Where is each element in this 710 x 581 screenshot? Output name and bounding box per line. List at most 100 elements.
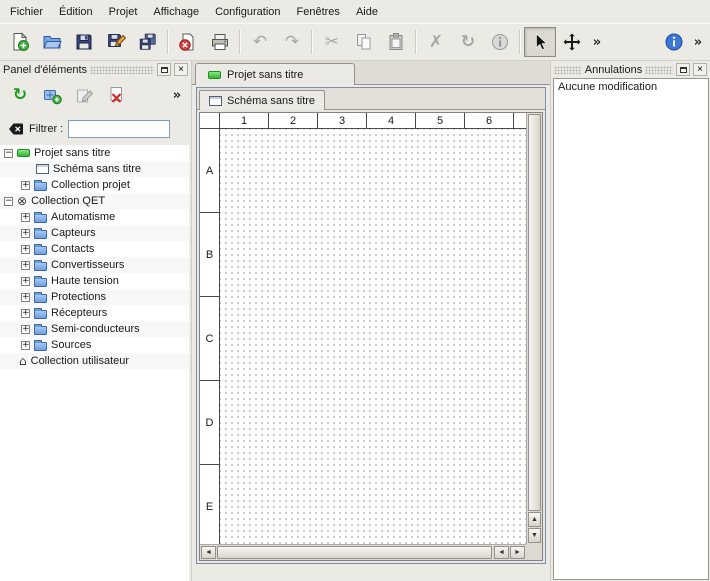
expander-plus-icon[interactable]: + <box>21 309 30 318</box>
horizontal-scrollbar-thumb[interactable] <box>217 546 492 559</box>
clear-filter-button[interactable] <box>7 122 24 137</box>
tree-item-label: Haute tension <box>51 275 119 287</box>
expander-plus-icon[interactable]: + <box>21 293 30 302</box>
dock-grip-texture[interactable] <box>90 66 154 74</box>
float-icon <box>161 67 168 73</box>
new-file-button[interactable] <box>4 27 36 57</box>
close-project-button[interactable] <box>172 27 204 57</box>
schema-tab-label: Schéma sans titre <box>227 95 315 107</box>
tree-item-label: Contacts <box>51 243 94 255</box>
schema-tab[interactable]: Schéma sans titre <box>199 90 325 110</box>
rotate-button[interactable]: ↻ <box>452 27 484 57</box>
scroll-down-button[interactable]: ▼ <box>528 528 541 543</box>
column-header: 3 <box>318 113 367 128</box>
about-button[interactable] <box>658 27 690 57</box>
diagram-canvas-region: 1 2 3 4 5 6 A B C D <box>200 113 526 544</box>
scroll-left-button[interactable]: ◄ <box>201 546 216 559</box>
expander-plus-icon[interactable]: + <box>21 181 30 190</box>
tree-item-collection-utilisateur[interactable]: ⌂ Collection utilisateur <box>0 353 189 369</box>
expander-plus-icon[interactable]: + <box>21 261 30 270</box>
expander-plus-icon[interactable]: + <box>21 277 30 286</box>
save-button[interactable] <box>68 27 100 57</box>
print-button[interactable] <box>204 27 236 57</box>
dock-grip-texture[interactable] <box>645 66 673 74</box>
toolbar-separator <box>519 30 521 54</box>
toolbar-overflow-button-right[interactable]: » <box>690 27 706 57</box>
main-toolbar: ↶ ↷ ✂ ✗ ↻ <box>0 23 710 61</box>
vertical-scrollbar[interactable]: ▲ ▼ <box>526 113 542 544</box>
tree-item-capteurs[interactable]: + Capteurs <box>0 225 189 241</box>
toolbar-overflow-button[interactable]: » <box>588 27 606 57</box>
cut-button[interactable]: ✂ <box>316 27 348 57</box>
dock-close-button[interactable]: × <box>174 63 188 76</box>
info-button[interactable] <box>484 27 516 57</box>
elements-panel-dock: Panel d'éléments × ↻ <box>0 61 192 581</box>
save-as-button[interactable] <box>100 27 132 57</box>
tree-item-schema[interactable]: Schéma sans titre <box>0 161 189 177</box>
expander-plus-icon[interactable]: + <box>21 213 30 222</box>
project-tab[interactable]: Projet sans titre <box>195 63 355 85</box>
elements-tree: − Projet sans titre Schéma sans titre + … <box>0 145 189 581</box>
new-element-button[interactable] <box>38 82 66 109</box>
pointer-icon <box>530 32 550 52</box>
paste-button[interactable] <box>380 27 412 57</box>
dock-close-button[interactable]: × <box>693 63 707 76</box>
horizontal-scrollbar[interactable]: ◄ ◄ ► <box>200 544 526 560</box>
copy-button[interactable] <box>348 27 380 57</box>
schema-canvas[interactable] <box>220 129 526 544</box>
row-header: E <box>200 465 219 544</box>
dock-grip-texture[interactable] <box>554 66 582 74</box>
menu-affichage[interactable]: Affichage <box>145 3 207 21</box>
elements-panel-titlebar[interactable]: Panel d'éléments × <box>0 61 191 78</box>
menu-aide[interactable]: Aide <box>348 3 386 21</box>
delete-element-button[interactable] <box>102 82 130 109</box>
tree-item-sources[interactable]: + Sources <box>0 337 189 353</box>
undo-button[interactable]: ↶ <box>244 27 276 57</box>
edit-element-button[interactable] <box>70 82 98 109</box>
delete-button[interactable]: ✗ <box>420 27 452 57</box>
select-tool-button[interactable] <box>524 27 556 57</box>
reload-collections-button[interactable]: ↻ <box>6 82 34 109</box>
tree-item-haute-tension[interactable]: + Haute tension <box>0 273 189 289</box>
tree-item-protections[interactable]: + Protections <box>0 289 189 305</box>
scroll-left-button-2[interactable]: ◄ <box>494 546 509 559</box>
undo-history-list[interactable]: Aucune modification <box>553 78 709 580</box>
open-project-button[interactable] <box>36 27 68 57</box>
vertical-scrollbar-thumb[interactable] <box>528 114 541 511</box>
tree-item-project[interactable]: − Projet sans titre <box>0 145 189 161</box>
print-icon <box>210 32 230 52</box>
menu-configuration[interactable]: Configuration <box>207 3 288 21</box>
menu-projet[interactable]: Projet <box>101 3 146 21</box>
scroll-right-button[interactable]: ► <box>510 546 525 559</box>
undo-dock-titlebar[interactable]: Annulations × <box>551 61 710 78</box>
expander-plus-icon[interactable]: + <box>21 325 30 334</box>
menu-fenetres[interactable]: Fenêtres <box>289 3 348 21</box>
expander-minus-icon[interactable]: − <box>4 149 13 158</box>
toolbar-separator <box>239 30 241 54</box>
menu-edition[interactable]: Édition <box>51 3 101 21</box>
save-all-button[interactable] <box>132 27 164 57</box>
move-tool-button[interactable] <box>556 27 588 57</box>
dock-float-button[interactable] <box>157 63 171 76</box>
expander-plus-icon[interactable]: + <box>21 245 30 254</box>
toolbar-separator <box>311 30 313 54</box>
expander-minus-icon[interactable]: − <box>4 197 13 206</box>
tree-item-contacts[interactable]: + Contacts <box>0 241 189 257</box>
filter-input[interactable] <box>68 120 170 138</box>
tree-item-recepteurs[interactable]: + Récepteurs <box>0 305 189 321</box>
tree-item-semi-conducteurs[interactable]: + Semi-conducteurs <box>0 321 189 337</box>
row-header: D <box>200 381 219 465</box>
expander-plus-icon[interactable]: + <box>21 229 30 238</box>
chevron-overflow-icon: » <box>593 36 601 49</box>
arrow-right-icon: ► <box>514 549 521 556</box>
tree-item-convertisseurs[interactable]: + Convertisseurs <box>0 257 189 273</box>
panel-overflow-button[interactable]: » <box>169 82 185 109</box>
expander-plus-icon[interactable]: + <box>21 341 30 350</box>
tree-item-collection-projet[interactable]: + Collection projet <box>0 177 189 193</box>
scroll-up-button[interactable]: ▲ <box>528 512 541 527</box>
redo-button[interactable]: ↷ <box>276 27 308 57</box>
dock-float-button[interactable] <box>676 63 690 76</box>
tree-item-automatisme[interactable]: + Automatisme <box>0 209 189 225</box>
tree-item-collection-qet[interactable]: − ⊗ Collection QET <box>0 193 189 209</box>
menu-fichier[interactable]: Fichier <box>2 3 51 21</box>
